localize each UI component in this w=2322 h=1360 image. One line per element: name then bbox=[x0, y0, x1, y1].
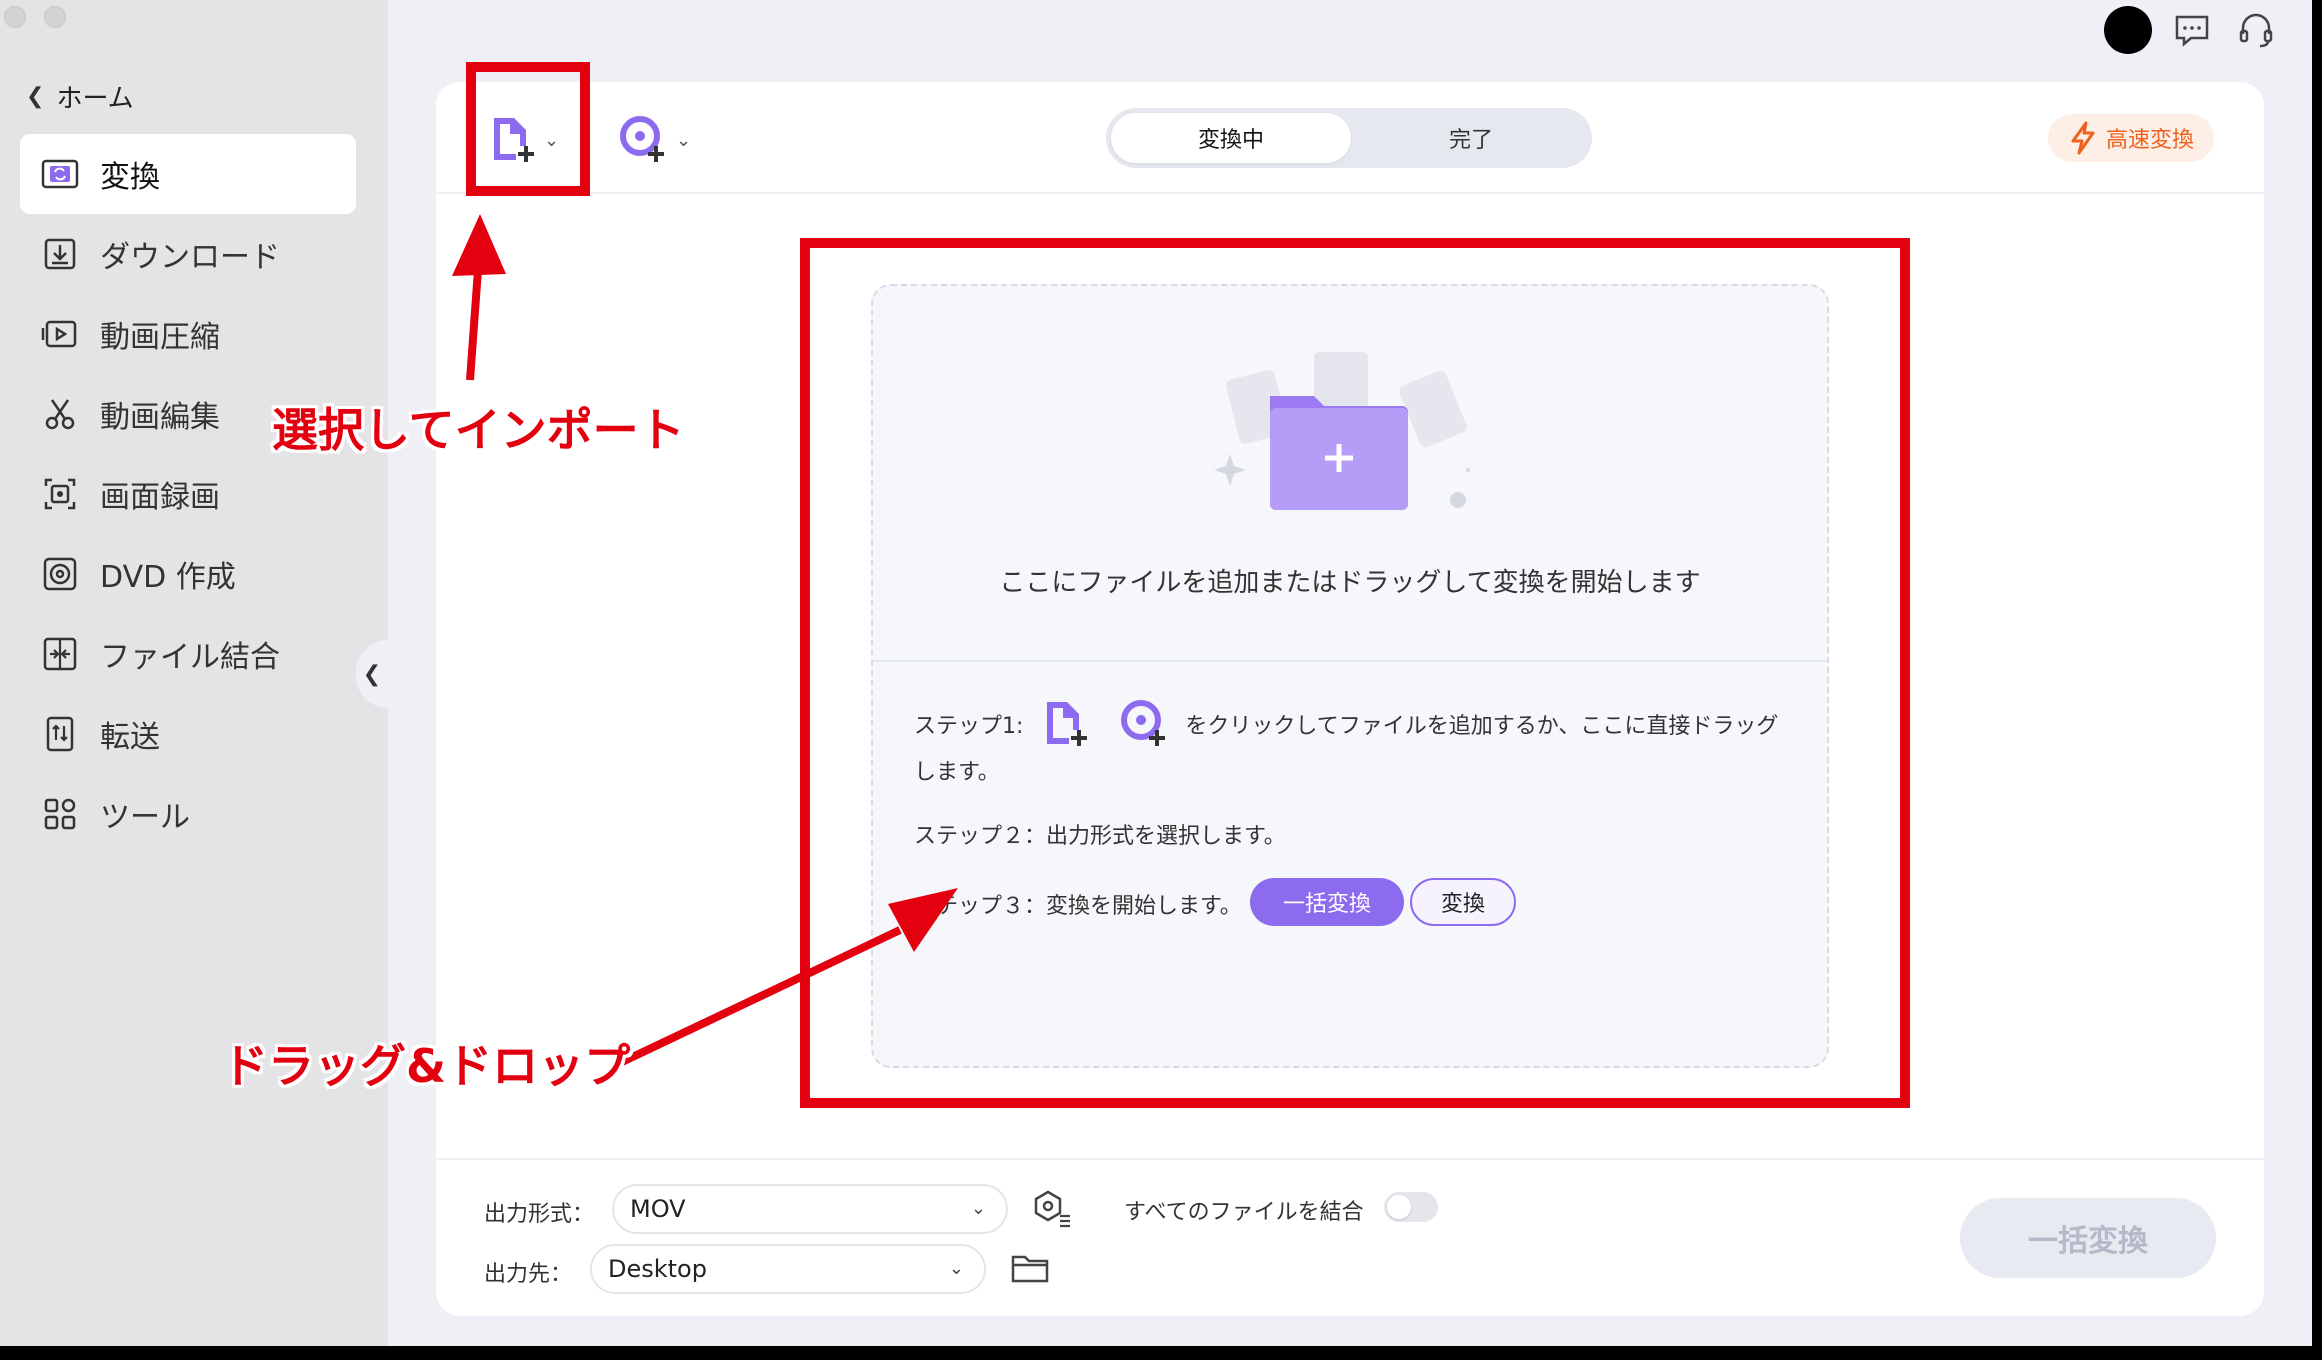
screen-record-icon bbox=[40, 474, 80, 514]
compress-icon bbox=[40, 314, 80, 354]
import-annotation: 選択してインポート bbox=[272, 403, 685, 457]
sidebar-item-label: ツール bbox=[100, 800, 190, 835]
chevron-down-icon: ⌄ bbox=[676, 129, 692, 151]
collapse-sidebar-button[interactable]: ❮ bbox=[356, 640, 388, 708]
support-headset-icon[interactable] bbox=[2236, 10, 2276, 50]
app-window: ❮ ホーム 変換 ダウンロード 動画圧縮 動画編集 画面録画 DVD 作成 ファ… bbox=[0, 0, 2322, 1360]
output-format-select[interactable]: MOV ⌄ bbox=[612, 1184, 1008, 1234]
output-destination-select[interactable]: Desktop ⌄ bbox=[590, 1244, 986, 1294]
sidebar-item-convert[interactable]: 変換 bbox=[20, 134, 356, 214]
sidebar-item-label: 変換 bbox=[100, 160, 160, 195]
download-icon bbox=[40, 234, 80, 274]
sidebar-item-transfer[interactable]: 転送 bbox=[20, 694, 356, 774]
window-frame-right bbox=[2312, 0, 2322, 1360]
output-destination-value: Desktop bbox=[608, 1255, 707, 1283]
avatar[interactable] bbox=[2104, 6, 2152, 54]
sidebar-item-label: 画面録画 bbox=[100, 480, 220, 515]
sidebar-item-label: DVD 作成 bbox=[100, 560, 236, 595]
sidebar: ❮ ホーム 変換 ダウンロード 動画圧縮 動画編集 画面録画 DVD 作成 ファ… bbox=[0, 0, 388, 1346]
fast-convert-label: 高速変換 bbox=[2105, 128, 2194, 153]
chevron-left-icon: ❮ bbox=[362, 661, 382, 687]
dropzone-highlight-box bbox=[800, 238, 1910, 1108]
batch-convert-button[interactable]: 一括変換 bbox=[1960, 1198, 2216, 1278]
tab-completed[interactable]: 完了 bbox=[1356, 113, 1586, 163]
sidebar-item-compress[interactable]: 動画圧縮 bbox=[20, 294, 356, 374]
output-destination-label: 出力先： bbox=[484, 1262, 573, 1287]
tools-icon bbox=[40, 794, 80, 834]
fast-convert-button[interactable]: 高速変換 bbox=[2048, 114, 2214, 162]
sidebar-item-merge[interactable]: ファイル結合 bbox=[20, 614, 356, 694]
merge-all-toggle[interactable] bbox=[1384, 1192, 1438, 1222]
window-close-button[interactable] bbox=[4, 6, 26, 28]
window-frame-bottom bbox=[0, 1346, 2322, 1360]
sidebar-item-label: ファイル結合 bbox=[100, 640, 280, 675]
output-format-value: MOV bbox=[630, 1195, 686, 1223]
sidebar-item-label: ダウンロード bbox=[100, 240, 280, 275]
feedback-icon[interactable] bbox=[2172, 10, 2212, 50]
add-disc-icon bbox=[620, 116, 664, 162]
dvd-icon bbox=[40, 554, 80, 594]
add-disc-button[interactable]: ⌄ bbox=[618, 110, 702, 170]
window-minimize-button[interactable] bbox=[44, 6, 66, 28]
back-home-link[interactable]: ❮ ホーム bbox=[26, 76, 134, 116]
transfer-icon bbox=[40, 714, 80, 754]
format-settings-icon[interactable] bbox=[1032, 1188, 1072, 1228]
convert-icon bbox=[40, 154, 80, 194]
import-highlight-box bbox=[466, 62, 590, 196]
folder-icon[interactable] bbox=[1010, 1250, 1050, 1290]
bottom-divider bbox=[436, 1158, 2264, 1160]
sidebar-item-tools[interactable]: ツール bbox=[20, 774, 356, 854]
chevron-down-icon: ⌄ bbox=[948, 1258, 964, 1279]
scissors-icon bbox=[40, 394, 80, 434]
toolbar-divider bbox=[436, 192, 2264, 194]
sidebar-item-screen-record[interactable]: 画面録画 bbox=[20, 454, 356, 534]
chevron-down-icon: ⌄ bbox=[970, 1198, 986, 1219]
chevron-left-icon: ❮ bbox=[26, 83, 45, 109]
sidebar-item-download[interactable]: ダウンロード bbox=[20, 214, 356, 294]
dragdrop-annotation: ドラッグ&ドロップ bbox=[222, 1039, 631, 1093]
lightning-icon bbox=[2071, 121, 2095, 155]
sidebar-item-label: 動画圧縮 bbox=[100, 320, 220, 355]
merge-icon bbox=[40, 634, 80, 674]
toggle-knob bbox=[1387, 1195, 1411, 1219]
output-format-label: 出力形式： bbox=[484, 1202, 595, 1227]
merge-all-label: すべてのファイルを結合 bbox=[1124, 1200, 1364, 1225]
sidebar-item-label: 転送 bbox=[100, 720, 160, 755]
status-tabs: 変換中 完了 bbox=[1106, 108, 1592, 168]
tab-converting[interactable]: 変換中 bbox=[1111, 113, 1351, 163]
home-label: ホーム bbox=[56, 83, 134, 114]
sidebar-item-label: 動画編集 bbox=[100, 400, 220, 435]
sidebar-item-dvd[interactable]: DVD 作成 bbox=[20, 534, 356, 614]
